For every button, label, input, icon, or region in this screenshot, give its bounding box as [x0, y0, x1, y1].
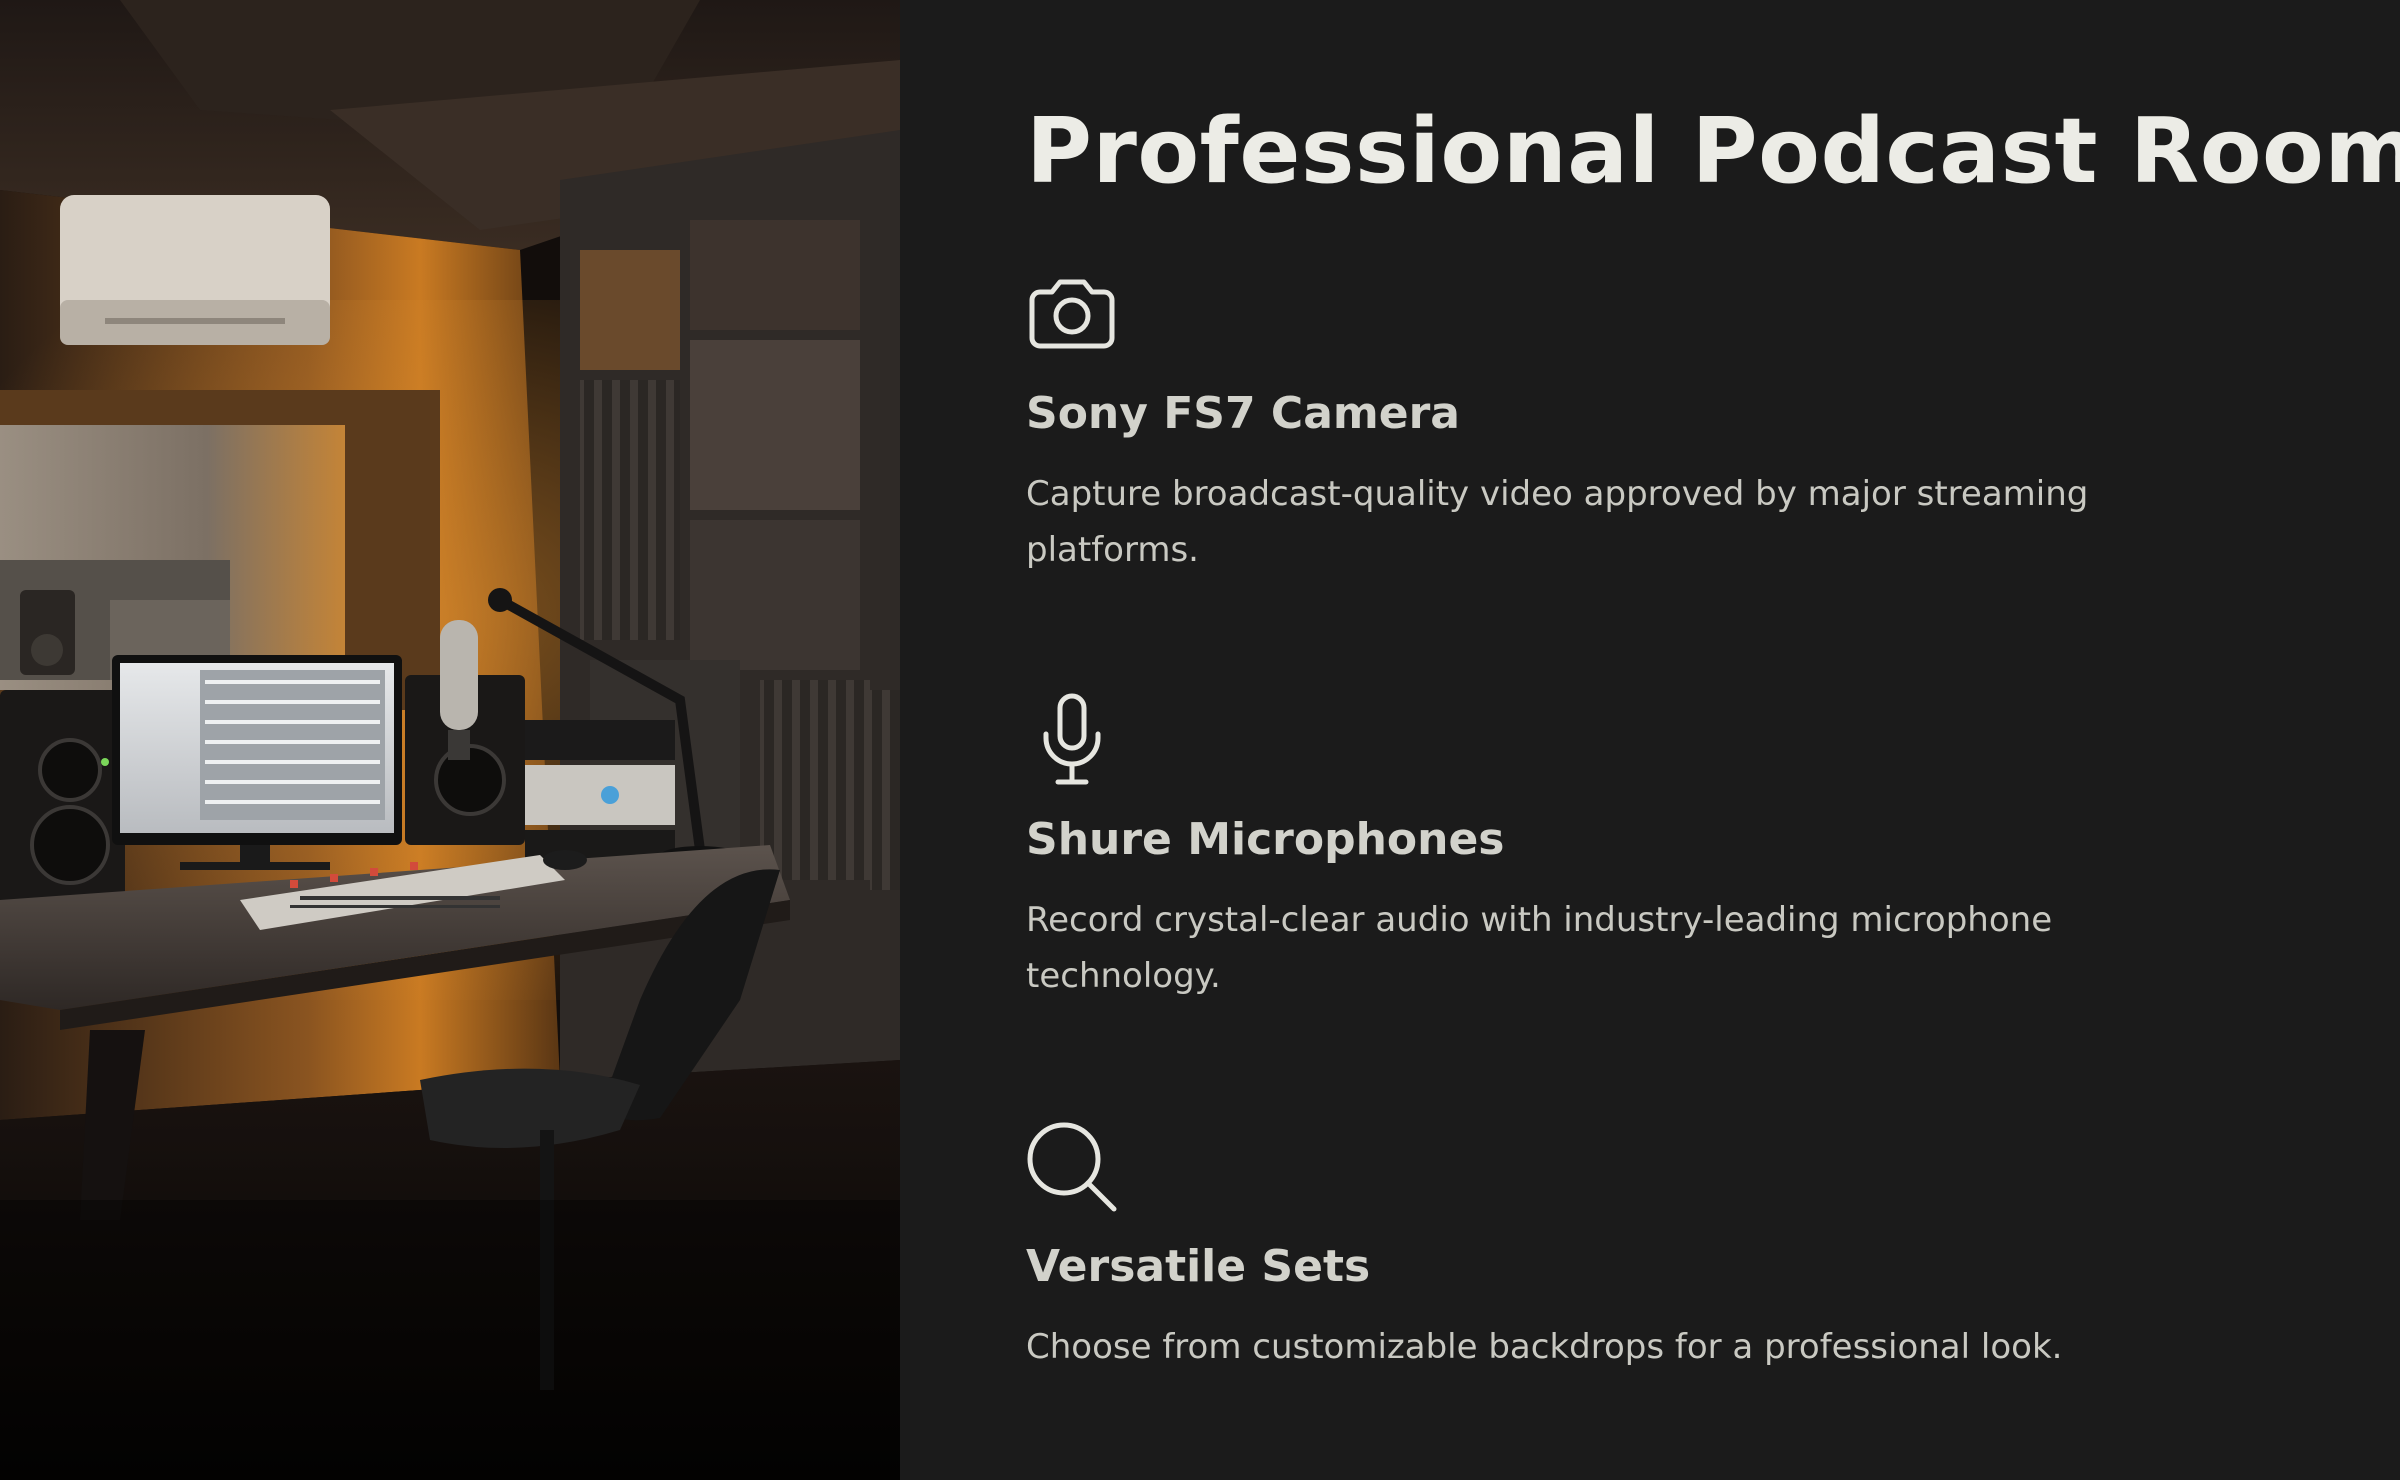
- feature-description: Choose from customizable backdrops for a…: [1026, 1327, 2063, 1367]
- studio-photo: [0, 0, 900, 1480]
- feature-camera: Sony FS7 Camera Capture broadcast-qualit…: [1024, 266, 2146, 570]
- feature-description: Capture broadcast-quality video approved…: [1026, 474, 2089, 570]
- feature-sets: Versatile Sets Choose from customizable …: [1024, 1119, 2146, 1367]
- feature-description: Record crystal-clear audio with industry…: [1026, 900, 2053, 996]
- search-icon: [1024, 1119, 1120, 1215]
- feature-title: Sony FS7 Camera: [1026, 388, 1460, 439]
- content-panel: Professional Podcast Room Sony FS7 Camer…: [1024, 0, 2400, 1480]
- camera-icon: [1024, 266, 1120, 362]
- feature-microphones: Shure Microphones Record crystal-clear a…: [1024, 692, 2146, 996]
- page-title: Professional Podcast Room: [1026, 99, 2400, 204]
- feature-title: Versatile Sets: [1026, 1241, 1371, 1292]
- microphone-icon: [1024, 692, 1120, 788]
- feature-title: Shure Microphones: [1026, 814, 1505, 865]
